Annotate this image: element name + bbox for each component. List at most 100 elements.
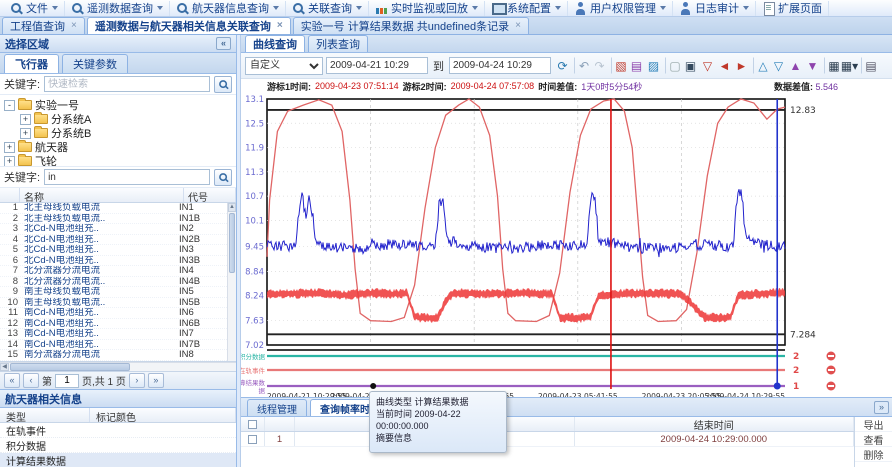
clear-icon[interactable]: ▢ <box>665 57 682 74</box>
legend-menu-icon[interactable]: ▦▾ <box>841 57 858 74</box>
pan-up-icon[interactable]: ▲ <box>787 57 804 74</box>
table-row[interactable]: 14 南Cd-N电池组充.. IN7B <box>0 340 227 351</box>
scrollbar-thumb[interactable] <box>229 213 235 273</box>
action-delete[interactable]: 删除 <box>855 447 892 462</box>
undo-icon[interactable]: ↶ <box>574 57 591 74</box>
vertical-scrollbar[interactable]: ▲ <box>227 203 236 361</box>
print-icon[interactable]: ▤ <box>861 57 878 74</box>
select-all-checkbox[interactable] <box>248 420 257 429</box>
search-button[interactable] <box>214 76 232 93</box>
table-row[interactable]: 6 北Cd-N电池组充.. IN3B <box>0 256 227 267</box>
pan-right-icon[interactable]: ► <box>733 57 750 74</box>
snapshot-icon[interactable]: ▧ <box>611 57 628 74</box>
sidebar-tab-aircraft[interactable]: 飞行器 <box>4 54 59 73</box>
row-checkbox[interactable] <box>248 435 257 444</box>
table-row[interactable]: 9 南主母线负载电流 IN5 <box>0 287 227 298</box>
table-row[interactable]: 15 南分流器分流电流 IN8 <box>0 350 227 361</box>
main-tab-list-query[interactable]: 列表查询 <box>308 35 368 52</box>
scroll-up-icon[interactable]: ▲ <box>228 203 236 212</box>
tree-node-subsystem-b[interactable]: + 分系统B <box>0 126 236 140</box>
table-row[interactable]: 8 北分流器分流电流.. IN4B <box>0 277 227 288</box>
action-view[interactable]: 查看 <box>855 432 892 447</box>
page-input[interactable] <box>55 374 79 388</box>
tab-telemetry-related-query[interactable]: 遥测数据与航天器相关信息关联查询 × <box>87 17 291 34</box>
sidebar-collapse-icon[interactable]: « <box>216 37 231 50</box>
table-row[interactable]: 10 南主母线负载电流.. IN5B <box>0 298 227 309</box>
telemetry-chart[interactable]: 13.112.511.911.310.710.19.458.848.247.63… <box>241 93 892 397</box>
tab-engineering-value-query[interactable]: 工程值查询 × <box>2 17 85 34</box>
main-tab-curve-query[interactable]: 曲线查询 <box>245 35 305 52</box>
menu-extended-page[interactable]: 扩展页面 <box>756 1 829 16</box>
menu-file[interactable]: 文件 <box>4 1 65 16</box>
action-export[interactable]: 导出 <box>855 417 892 432</box>
sidebar-tab-key-params[interactable]: 关键参数 <box>62 54 128 73</box>
time-preset-select[interactable]: 自定义 <box>245 57 323 75</box>
pan-left-icon[interactable]: ◄ <box>716 57 733 74</box>
zoom-y-out-icon[interactable]: △ <box>753 57 770 74</box>
menu-related-query[interactable]: 关联查询 <box>286 1 369 16</box>
next-page-button[interactable]: › <box>129 373 145 388</box>
scrollbar-thumb[interactable] <box>10 363 130 371</box>
close-icon[interactable]: × <box>71 21 77 31</box>
legend-icon[interactable]: ▦ <box>824 57 841 74</box>
last-page-button[interactable]: » <box>148 373 164 388</box>
refresh-icon[interactable]: ⟳ <box>554 57 571 74</box>
redo-icon[interactable]: ↷ <box>591 57 608 74</box>
menu-spacecraft-info-query[interactable]: 航天器信息查询 <box>170 1 286 16</box>
table-row[interactable]: 1 北主母线负载电流 IN1 <box>0 203 227 214</box>
search-button[interactable] <box>214 169 232 186</box>
date-to-input[interactable] <box>449 57 551 74</box>
column-header-code[interactable]: 代号 <box>184 188 236 202</box>
menu-telemetry-data-query[interactable]: 遥测数据查询 <box>65 1 170 16</box>
tree-node-subsystem-a[interactable]: + 分系统A <box>0 112 236 126</box>
column-header-name[interactable]: 名称 <box>20 188 184 202</box>
close-icon[interactable]: × <box>515 21 521 31</box>
mark-icon[interactable]: ▣ <box>682 57 699 74</box>
table-row[interactable]: 4 北Cd-N电池组充.. IN2B <box>0 235 227 246</box>
column-header-end-time[interactable]: 结束时间 <box>575 417 855 431</box>
table-row[interactable]: 13 南Cd-N电池组充.. IN7 <box>0 329 227 340</box>
table-row[interactable]: 1 2009-04-21 10:29:00.000 2009-04-24 10:… <box>241 432 854 447</box>
scroll-left-icon[interactable]: ◀ <box>0 363 9 371</box>
list-item[interactable]: 计算结果数据 <box>0 453 236 467</box>
column-header-color[interactable]: 标记颜色 <box>90 408 236 422</box>
tab-exp1-calc-result[interactable]: 实验一号 计算结果数据 共undefined条记录 × <box>293 17 529 34</box>
value-diff-label: 数据差值: <box>774 82 813 92</box>
zoom-x-out-icon[interactable]: ▽ <box>699 57 716 74</box>
list-item[interactable]: 积分数据 <box>0 438 236 453</box>
table-row[interactable]: 3 北Cd-N电池组充.. IN2 <box>0 224 227 235</box>
tree-search-input[interactable] <box>44 76 210 92</box>
table-row[interactable]: 5 北Cd-N电池组充.. IN3 <box>0 245 227 256</box>
table-row[interactable]: 7 北分流器分流电流 IN4 <box>0 266 227 277</box>
table-row[interactable]: 12 南Cd-N电池组充.. IN6B <box>0 319 227 330</box>
tree-node-shiyan-1[interactable]: - 实验一号 <box>0 98 236 112</box>
pan-down-icon[interactable]: ▼ <box>804 57 821 74</box>
column-header-type[interactable]: 类型 <box>0 408 90 422</box>
tree-expander-icon[interactable]: - <box>4 100 15 111</box>
zoom-y-in-icon[interactable]: ▽ <box>770 57 787 74</box>
close-icon[interactable]: × <box>277 21 283 31</box>
tree-expander-icon[interactable]: + <box>4 156 15 167</box>
tree-expander-icon[interactable]: + <box>4 142 15 153</box>
bottom-tab-thread-manage[interactable]: 线程管理 <box>247 399 307 416</box>
horizontal-scrollbar[interactable]: ◀ <box>0 362 236 371</box>
image-icon[interactable]: ▨ <box>645 57 662 74</box>
menu-system-config[interactable]: 系统配置 <box>485 1 568 16</box>
tree-expander-icon[interactable]: + <box>20 128 31 139</box>
list-item[interactable]: 在轨事件 <box>0 423 236 438</box>
first-page-button[interactable]: « <box>4 373 20 388</box>
menu-realtime-monitor-playback[interactable]: 实时监视或回放 <box>369 1 485 16</box>
table-row[interactable]: 2 北主母线负载电流.. IN1B <box>0 214 227 225</box>
bottom-collapse-icon[interactable]: » <box>874 401 889 414</box>
svg-text:8.24: 8.24 <box>245 292 264 302</box>
menu-log-audit[interactable]: 日志审计 <box>673 1 756 16</box>
prev-page-button[interactable]: ‹ <box>23 373 39 388</box>
tree-expander-icon[interactable]: + <box>20 114 31 125</box>
table-row[interactable]: 11 南Cd-N电池组充.. IN6 <box>0 308 227 319</box>
param-search-input[interactable] <box>44 169 210 185</box>
export-image-icon[interactable]: ▤ <box>628 57 645 74</box>
date-from-input[interactable] <box>326 57 428 74</box>
tree-node-spacecraft[interactable]: + 航天器 <box>0 140 236 154</box>
tree-node-flywheel[interactable]: + 飞轮 <box>0 154 236 167</box>
menu-user-permission[interactable]: 用户权限管理 <box>568 1 673 16</box>
